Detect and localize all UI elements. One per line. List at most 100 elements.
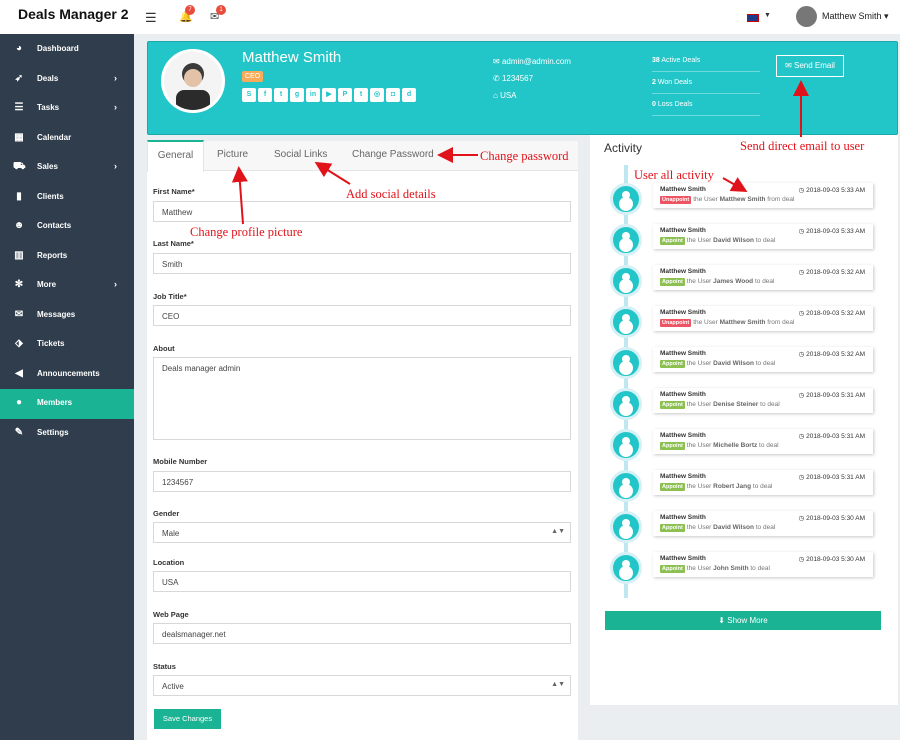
sidebar-item-announcements[interactable]: ◀ Announcements — [0, 360, 134, 390]
sidebar-item-messages[interactable]: ✉ Messages — [0, 301, 134, 331]
tab-general[interactable]: General — [147, 140, 204, 172]
linkedin-icon[interactable]: in — [306, 88, 320, 102]
activity-entry[interactable]: Matthew Smith ◷ 2018-09-03 5:33 AM Appoint… — [653, 224, 873, 249]
clock-icon: ◷ — [798, 474, 807, 481]
activity-timestamp: 2018-09-03 5:31 AM — [806, 474, 865, 481]
activity-user: Matthew Smith — [660, 186, 706, 193]
activity-entry[interactable]: Matthew Smith ◷ 2018-09-03 5:32 AM Appoint… — [653, 265, 873, 290]
annotation-send-email: Send direct email to user — [740, 139, 865, 153]
activity-item: Matthew Smith ◷ 2018-09-03 5:33 AM Appoint… — [610, 224, 900, 265]
chevron-right-icon: › — [114, 279, 117, 289]
activity-title: Activity — [604, 141, 643, 155]
gender-value: Male — [162, 529, 180, 538]
activity-timestamp: 2018-09-03 5:33 AM — [806, 228, 865, 235]
sidebar-item-dashboard[interactable]: ◕ Dashboard — [0, 35, 134, 65]
notification-badge: 7 — [185, 5, 195, 15]
sidebar-item-deals[interactable]: ➶ Deals › — [0, 65, 134, 95]
rocket-icon: ➶ — [14, 72, 24, 84]
select-caret-icon: ▲▼ — [551, 681, 565, 688]
tab-social-links[interactable]: Social Links — [274, 149, 327, 160]
activity-user: Matthew Smith — [660, 514, 706, 521]
user-icon — [610, 224, 642, 256]
arrow-down-icon: ⬇ — [718, 616, 728, 625]
activity-item: Matthew Smith ◷ 2018-09-03 5:30 AM Appoint… — [610, 552, 900, 593]
sidebar-item-tasks[interactable]: ☰ Tasks › — [0, 94, 134, 124]
activity-entry[interactable]: Matthew Smith ◷ 2018-09-03 5:32 AM Unappoi… — [653, 306, 873, 331]
activity-entry[interactable]: Matthew Smith ◷ 2018-09-03 5:31 AM Appoint… — [653, 388, 873, 413]
send-email-button[interactable]: ✉ Send Email — [776, 55, 844, 77]
activity-entry[interactable]: Matthew Smith ◷ 2018-09-03 5:33 AM Unappoi… — [653, 183, 873, 208]
activity-suffix: to deal — [752, 483, 773, 490]
activity-entry[interactable]: Matthew Smith ◷ 2018-09-03 5:31 AM Appoint… — [653, 429, 873, 454]
activity-entry[interactable]: Matthew Smith ◷ 2018-09-03 5:31 AM Appoint… — [653, 470, 873, 495]
sidebar-item-settings[interactable]: ✎ Settings — [0, 419, 134, 449]
about-textarea[interactable]: Deals manager admin — [153, 357, 571, 440]
save-changes-button[interactable]: Save Changes — [154, 709, 221, 729]
user-menu[interactable]: Matthew Smith ▾ — [822, 11, 889, 22]
activity-item: Matthew Smith ◷ 2018-09-03 5:31 AM Appoint… — [610, 429, 900, 470]
sidebar-item-contacts[interactable]: ☻ Contacts — [0, 212, 134, 242]
job-title-field[interactable]: CEO — [153, 305, 571, 326]
activity-entry[interactable]: Matthew Smith ◷ 2018-09-03 5:30 AM Appoint… — [653, 511, 873, 536]
sidebar-item-calendar[interactable]: ▦ Calendar — [0, 124, 134, 154]
sidebar-item-tickets[interactable]: ⬗ Tickets — [0, 330, 134, 360]
status-select[interactable]: Active ▲▼ — [153, 675, 571, 696]
activity-target-user: John Smith — [713, 565, 749, 572]
activity-target-user: Michelle Bortz — [713, 442, 758, 449]
sidebar-item-clients[interactable]: ▮ Clients — [0, 183, 134, 213]
activity-target-user: Matthew Smith — [719, 319, 766, 326]
uk-flag-icon[interactable] — [747, 14, 759, 22]
activity-time: ◷ 2018-09-03 5:30 AM — [799, 555, 865, 563]
activity-user: Matthew Smith — [660, 432, 706, 439]
avatar[interactable] — [796, 6, 817, 27]
gender-label: Gender — [153, 509, 180, 518]
digg-icon[interactable]: d — [402, 88, 416, 102]
web-page-field[interactable]: dealsmanager.net — [153, 623, 571, 644]
tab-change-password[interactable]: Change Password — [352, 149, 434, 160]
profile-avatar — [161, 49, 225, 113]
activity-entry[interactable]: Matthew Smith ◷ 2018-09-03 5:32 AM Appoint… — [653, 347, 873, 372]
sidebar-item-sales[interactable]: ⛟ Sales › — [0, 153, 134, 183]
github-icon[interactable]: ◎ — [370, 88, 384, 102]
location-field[interactable]: USA — [153, 571, 571, 592]
select-caret-icon: ▲▼ — [551, 528, 565, 535]
sidebar-item-members[interactable]: ● Members — [0, 389, 134, 419]
sidebar-item-label: Messages — [37, 309, 76, 319]
gender-select[interactable]: Male ▲▼ — [153, 522, 571, 543]
bell-icon[interactable]: 🔔 7 — [179, 5, 195, 23]
profile-email: admin@admin.com — [501, 57, 571, 66]
activity-timestamp: 2018-09-03 5:32 AM — [806, 310, 865, 317]
last-name-field[interactable]: Smith — [153, 253, 571, 274]
skype-icon[interactable]: S — [242, 88, 256, 102]
activity-entry[interactable]: Matthew Smith ◷ 2018-09-03 5:30 AM Appoint… — [653, 552, 873, 577]
about-label: About — [153, 344, 175, 353]
chevron-right-icon: › — [114, 72, 117, 83]
first-name-label: First Name* — [153, 187, 195, 196]
sidebar-item-reports[interactable]: ▥ Reports — [0, 242, 134, 272]
mobile-field[interactable]: 1234567 — [153, 471, 571, 492]
activity-timestamp: 2018-09-03 5:30 AM — [806, 556, 865, 563]
activity-user: Matthew Smith — [660, 350, 706, 357]
language-caret-icon[interactable]: ▼ — [764, 12, 771, 19]
user-icon: ● — [15, 397, 23, 408]
google-plus-icon[interactable]: g — [290, 88, 304, 102]
first-name-field[interactable]: Matthew — [153, 201, 571, 222]
cog-icon: ✻ — [14, 279, 24, 290]
envelope-icon[interactable]: ✉ 1 — [210, 5, 226, 23]
instagram-icon[interactable]: ◘ — [386, 88, 400, 102]
show-more-button[interactable]: ⬇ Show More — [605, 611, 881, 630]
twitter-icon[interactable]: t — [274, 88, 288, 102]
deal-stat-value: 0 — [652, 101, 656, 108]
tumblr-icon[interactable]: t — [354, 88, 368, 102]
facebook-icon[interactable]: f — [258, 88, 272, 102]
tab-picture[interactable]: Picture — [217, 149, 248, 160]
deal-stat: 0 Loss Deals — [652, 94, 760, 116]
clock-icon: ◷ — [798, 187, 807, 194]
menu-icon[interactable]: ☰ — [145, 10, 157, 26]
brand-title[interactable]: Deals Manager 2 — [18, 6, 129, 22]
activity-time: ◷ 2018-09-03 5:32 AM — [799, 309, 865, 317]
pinterest-icon[interactable]: P — [338, 88, 352, 102]
sidebar-item-more[interactable]: ✻ More › — [0, 271, 134, 301]
youtube-icon[interactable]: ▶ — [322, 88, 336, 102]
social-links: Sf t g in ▶ Pt ◎ ◘ d — [242, 88, 418, 102]
